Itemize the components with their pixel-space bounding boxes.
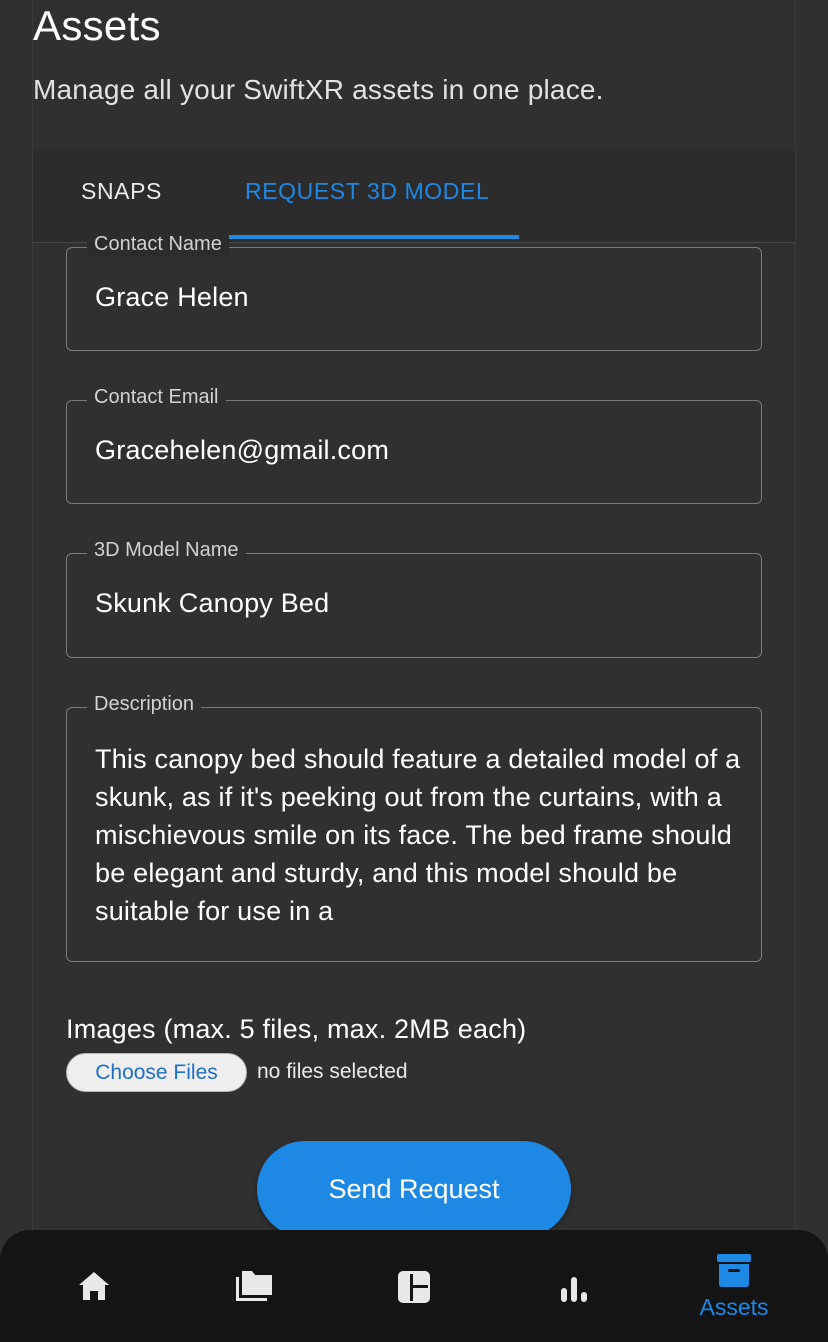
archive-icon bbox=[717, 1254, 751, 1287]
nav-dashboard[interactable] bbox=[354, 1230, 474, 1342]
bar-chart-icon bbox=[561, 1277, 587, 1302]
bottom-navigation: Assets bbox=[0, 1230, 828, 1342]
tab-snaps[interactable]: SNAPS bbox=[81, 178, 162, 205]
contact-name-label: Contact Name bbox=[87, 233, 229, 256]
contact-email-label: Contact Email bbox=[87, 386, 226, 409]
model-name-label: 3D Model Name bbox=[87, 539, 246, 562]
description-viewport: This canopy bed should feature a detaile… bbox=[67, 708, 761, 961]
file-selection-status: no files selected bbox=[257, 1060, 408, 1083]
tab-request-3d-model[interactable]: REQUEST 3D MODEL bbox=[245, 178, 489, 205]
contact-name-value[interactable]: Grace Helen bbox=[95, 282, 249, 313]
nav-assets-label: Assets bbox=[699, 1294, 769, 1320]
nav-home[interactable] bbox=[34, 1230, 154, 1342]
nav-folders[interactable] bbox=[194, 1230, 314, 1342]
nav-assets[interactable]: Assets bbox=[674, 1230, 794, 1342]
home-icon bbox=[79, 1272, 109, 1300]
tab-bar: SNAPS REQUEST 3D MODEL bbox=[33, 150, 795, 243]
contact-email-field[interactable]: Contact Email Gracehelen@gmail.com bbox=[66, 386, 762, 504]
model-name-value[interactable]: Skunk Canopy Bed bbox=[95, 588, 329, 619]
send-request-button[interactable]: Send Request bbox=[257, 1141, 571, 1237]
contact-email-value[interactable]: Gracehelen@gmail.com bbox=[95, 435, 389, 466]
dashboard-icon bbox=[398, 1271, 430, 1303]
active-tab-indicator bbox=[212, 235, 519, 239]
contact-name-field[interactable]: Contact Name Grace Helen bbox=[66, 233, 762, 351]
assets-page: Assets Manage all your SwiftXR assets in… bbox=[0, 0, 828, 1342]
images-label: Images (max. 5 files, max. 2MB each) bbox=[66, 1014, 527, 1044]
description-field[interactable]: Description This canopy bed should featu… bbox=[66, 693, 762, 962]
page-title: Assets bbox=[33, 2, 161, 49]
model-name-field[interactable]: 3D Model Name Skunk Canopy Bed bbox=[66, 539, 762, 658]
description-textarea[interactable]: This canopy bed should feature a detaile… bbox=[95, 740, 745, 930]
page-subtitle: Manage all your SwiftXR assets in one pl… bbox=[33, 74, 604, 105]
nav-analytics[interactable] bbox=[514, 1230, 634, 1342]
folders-icon bbox=[236, 1271, 272, 1301]
choose-files-button[interactable]: Choose Files bbox=[66, 1053, 247, 1092]
